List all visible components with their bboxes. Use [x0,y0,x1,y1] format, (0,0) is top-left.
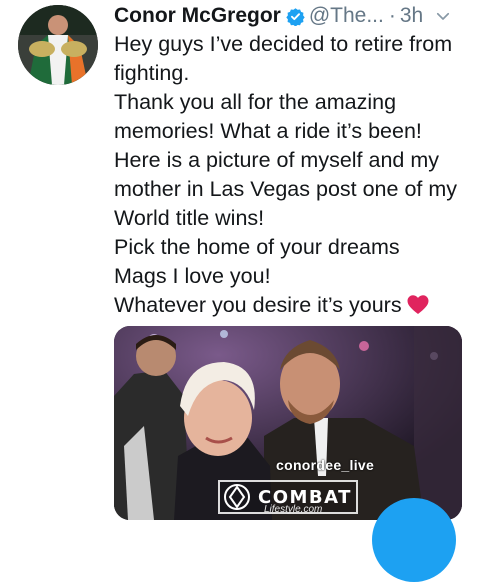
logo-emblem-icon [224,484,250,510]
tweet-line: Thank you all for the amazing memories! … [114,90,422,143]
avatar-image [18,5,98,85]
red-heart-icon [407,295,429,315]
tweet-line: Mags I love you! [114,264,271,288]
tweet-line-text: Whatever you desire it’s yours [114,293,402,317]
tweet-photo[interactable]: conordee_live COMBAT Lifestyle.com [114,326,462,520]
chevron-down-icon[interactable] [434,7,452,25]
separator-dot: · [388,4,396,27]
tweet-line: Pick the home of your dreams [114,235,400,259]
tweet-text: Hey guys I’ve decided to retire from fig… [114,30,474,320]
tweet-header: Conor McGregor @The... · 3h [114,1,466,31]
verified-badge-icon [286,7,305,26]
author-name[interactable]: Conor McGregor [114,2,281,30]
tweet-line: Here is a picture of myself and my mothe… [114,148,458,230]
tweet-timestamp[interactable]: 3h [400,2,423,30]
photo-watermark: conordee_live [276,457,375,473]
tweet-line: Hey guys I’ve decided to retire from fig… [114,32,453,85]
tweet-line-last: Whatever you desire it’s yours [114,291,474,320]
compose-tweet-button[interactable] [372,498,456,582]
logo-subtext: Lifestyle.com [264,504,323,515]
author-avatar[interactable] [18,5,98,85]
author-handle[interactable]: @The... [309,2,384,30]
